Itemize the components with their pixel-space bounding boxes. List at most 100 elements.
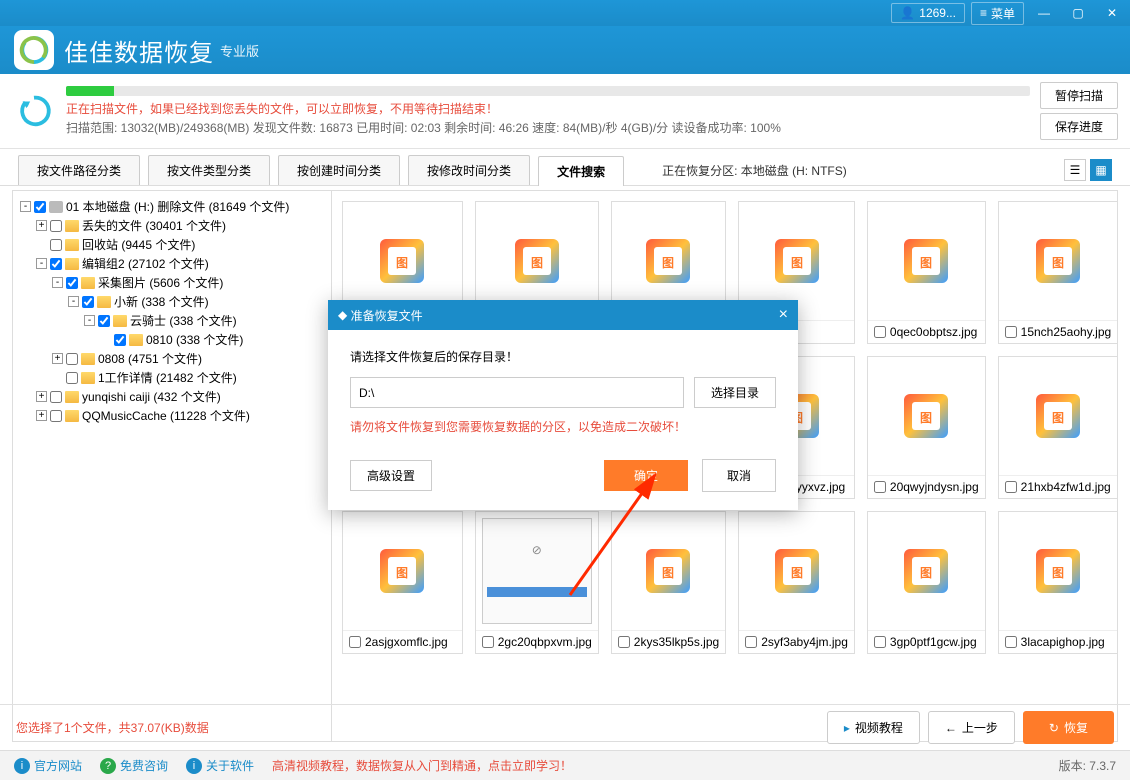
tree-node[interactable]: -小新 (338 个文件) (17, 292, 327, 311)
tree-node[interactable]: +0808 (4751 个文件) (17, 349, 327, 368)
tree-checkbox[interactable] (50, 391, 62, 403)
menu-button[interactable]: ≡菜单 (971, 2, 1024, 25)
file-checkbox[interactable] (482, 636, 494, 648)
about-link[interactable]: i关于软件 (186, 757, 254, 774)
tree-node[interactable]: 回收站 (9445 个文件) (17, 235, 327, 254)
file-name: 3lacapighop.jpg (1021, 635, 1105, 649)
official-site-link[interactable]: i官方网站 (14, 757, 82, 774)
file-thumbnail[interactable]: 图15nch25aohy.jpg (998, 201, 1118, 344)
tree-twisty-icon[interactable]: + (36, 410, 47, 421)
scan-progress (66, 86, 1030, 96)
tab-search[interactable]: 文件搜索 (538, 156, 624, 186)
tree-checkbox[interactable] (82, 296, 94, 308)
pause-scan-button[interactable]: 暂停扫描 (1040, 82, 1118, 109)
tab-by-modified[interactable]: 按修改时间分类 (408, 155, 530, 185)
tree-node[interactable]: 0810 (338 个文件) (17, 330, 327, 349)
tree-node[interactable]: -采集图片 (5606 个文件) (17, 273, 327, 292)
file-checkbox[interactable] (874, 326, 886, 338)
ok-button[interactable]: 确定 (604, 460, 688, 491)
tree-node[interactable]: - 编辑组2 (27102 个文件) (17, 254, 327, 273)
tree-node[interactable]: 1工作详情 (21482 个文件) (17, 368, 327, 387)
tree-node[interactable]: +yunqishi caiji (432 个文件) (17, 387, 327, 406)
dialog-close-icon[interactable]: × (779, 306, 788, 324)
tree-twisty-icon[interactable]: - (20, 201, 31, 212)
file-name: 2asjgxomflc.jpg (365, 635, 448, 649)
file-checkbox[interactable] (1005, 636, 1017, 648)
tree-node[interactable]: +QQMusicCache (11228 个文件) (17, 406, 327, 425)
file-thumbnail[interactable]: 图0qec0obptsz.jpg (867, 201, 986, 344)
folder-icon (81, 353, 95, 365)
svg-text:图: 图 (662, 256, 674, 270)
maximize-button[interactable]: ▢ (1064, 3, 1092, 23)
tree-node[interactable]: +丢失的文件 (30401 个文件) (17, 216, 327, 235)
view-list-icon[interactable]: ☰ (1064, 159, 1086, 181)
file-checkbox[interactable] (874, 636, 886, 648)
file-checkbox[interactable] (349, 636, 361, 648)
tree-node[interactable]: -云骑士 (338 个文件) (17, 311, 327, 330)
file-checkbox[interactable] (874, 481, 886, 493)
view-grid-icon[interactable]: ▦ (1090, 159, 1112, 181)
tree-twisty-icon[interactable]: - (52, 277, 63, 288)
minimize-button[interactable]: — (1030, 3, 1058, 23)
file-checkbox[interactable] (1005, 481, 1017, 493)
file-thumbnail[interactable]: ⊘2gc20qbpxvm.jpg (475, 511, 599, 654)
tree-checkbox[interactable] (114, 334, 126, 346)
browse-button[interactable]: 选择目录 (694, 377, 776, 408)
tab-by-path[interactable]: 按文件路径分类 (18, 155, 140, 185)
advanced-settings-button[interactable]: 高级设置 (350, 460, 432, 491)
user-button[interactable]: 👤1269... (891, 3, 965, 23)
tree-checkbox[interactable] (50, 258, 62, 270)
tree-checkbox[interactable] (50, 220, 62, 232)
file-thumbnail[interactable]: 图2kys35lkp5s.jpg (611, 511, 726, 654)
file-checkbox[interactable] (618, 636, 630, 648)
tree-label: 编辑组2 (27102 个文件) (82, 255, 209, 272)
category-tabs: 按文件路径分类 按文件类型分类 按创建时间分类 按修改时间分类 文件搜索 正在恢… (0, 149, 1130, 186)
save-path-input[interactable] (350, 377, 684, 408)
tree-twisty-icon[interactable]: - (36, 258, 47, 269)
video-tutorial-button[interactable]: ▸视频教程 (827, 711, 920, 744)
folder-icon (113, 315, 127, 327)
footer-bar: i官方网站 ?免费咨询 i关于软件 高清视频教程，数据恢复从入门到精通，点击立即… (0, 750, 1130, 780)
tree-twisty-icon[interactable]: - (68, 296, 79, 307)
scan-status-bar: 正在扫描文件，如果已经找到您丢失的文件，可以立即恢复，不用等待扫描结束！ 扫描范… (0, 74, 1130, 149)
tree-checkbox[interactable] (66, 277, 78, 289)
image-placeholder-icon: 图 (769, 543, 825, 599)
prev-step-button[interactable]: ←上一步 (928, 711, 1015, 744)
file-thumbnail[interactable]: 图21hxb4zfw1d.jpg (998, 356, 1118, 499)
file-name: 20qwyjndysn.jpg (890, 480, 979, 494)
file-thumbnail[interactable]: 图20qwyjndysn.jpg (867, 356, 986, 499)
tree-checkbox[interactable] (34, 201, 46, 213)
tab-by-created[interactable]: 按创建时间分类 (278, 155, 400, 185)
tree-checkbox[interactable] (98, 315, 110, 327)
tree-checkbox[interactable] (50, 239, 62, 251)
file-checkbox[interactable] (745, 636, 757, 648)
file-thumbnail[interactable]: 图2asjgxomflc.jpg (342, 511, 463, 654)
folder-tree[interactable]: -01 本地磁盘 (H:) 删除文件 (81649 个文件)+丢失的文件 (30… (12, 190, 332, 742)
tree-checkbox[interactable] (50, 410, 62, 422)
partition-label: 正在恢复分区: 本地磁盘 (H: NTFS) (662, 162, 847, 179)
free-consult-link[interactable]: ?免费咨询 (100, 757, 168, 774)
recover-button[interactable]: ↻恢复 (1023, 711, 1114, 744)
tree-node[interactable]: -01 本地磁盘 (H:) 删除文件 (81649 个文件) (17, 197, 327, 216)
footer-promo[interactable]: 高清视频教程，数据恢复从入门到精通，点击立即学习！ (272, 757, 572, 774)
disk-icon (49, 201, 63, 213)
folder-icon (129, 334, 143, 346)
tree-twisty-icon[interactable]: + (36, 220, 47, 231)
status-bar: 您选择了1个文件，共37.07(KB)数据 ▸视频教程 ←上一步 ↻恢复 (0, 704, 1130, 750)
tab-by-type[interactable]: 按文件类型分类 (148, 155, 270, 185)
file-checkbox[interactable] (1005, 326, 1017, 338)
file-thumbnail[interactable]: 图3lacapighop.jpg (998, 511, 1118, 654)
tree-twisty-icon[interactable]: + (36, 391, 47, 402)
folder-icon (65, 239, 79, 251)
app-edition: 专业版 (220, 41, 259, 60)
cancel-button[interactable]: 取消 (702, 459, 776, 492)
tree-twisty-icon[interactable]: + (52, 353, 63, 364)
file-thumbnail[interactable]: 图2syf3aby4jm.jpg (738, 511, 855, 654)
tree-checkbox[interactable] (66, 372, 78, 384)
tree-twisty-icon[interactable]: - (84, 315, 95, 326)
tree-checkbox[interactable] (66, 353, 78, 365)
save-progress-button[interactable]: 保存进度 (1040, 113, 1118, 140)
close-button[interactable]: ✕ (1098, 3, 1126, 23)
file-name: 21hxb4zfw1d.jpg (1021, 480, 1111, 494)
file-thumbnail[interactable]: 图3gp0ptf1gcw.jpg (867, 511, 986, 654)
